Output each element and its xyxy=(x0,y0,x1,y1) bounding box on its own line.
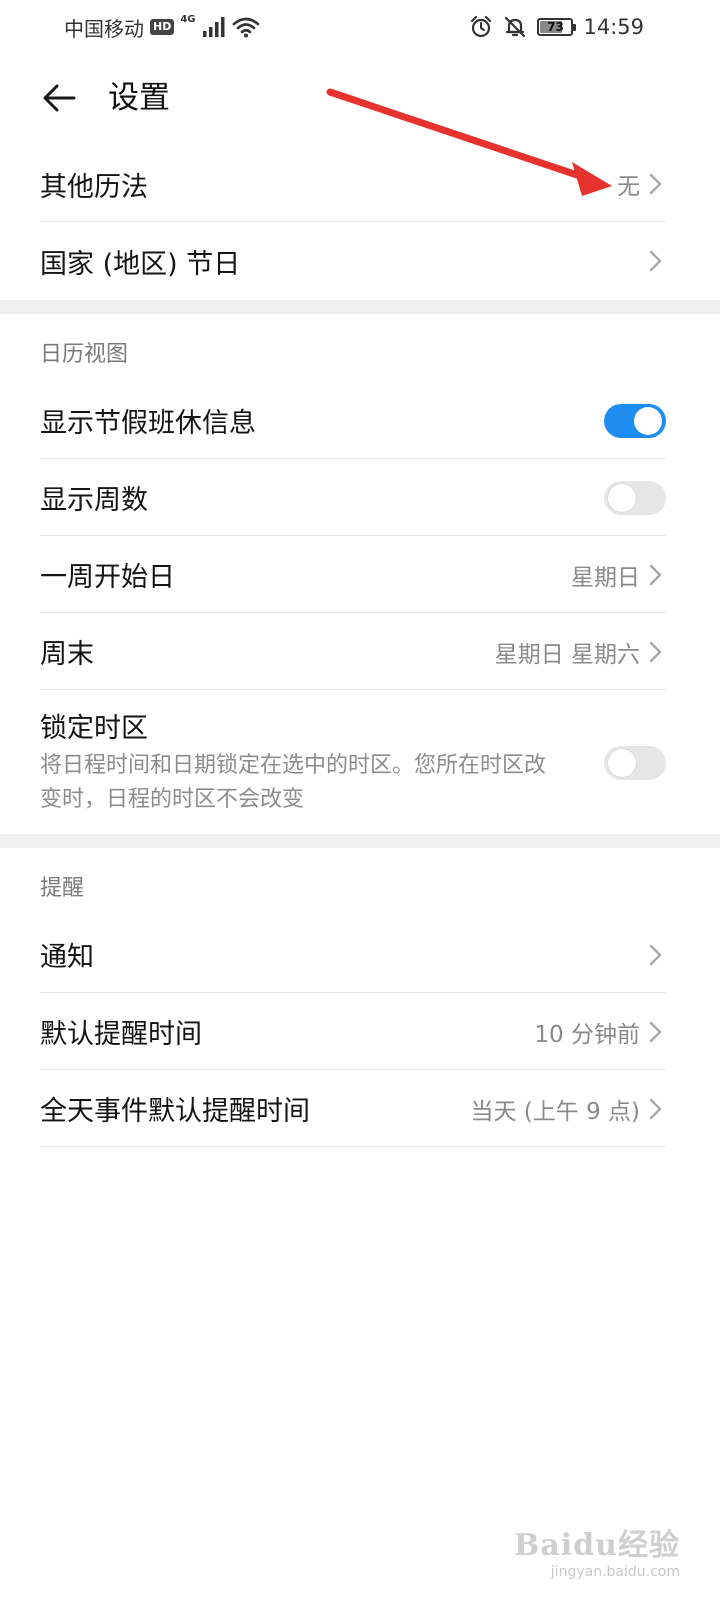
alarm-icon xyxy=(471,15,492,38)
toggle-knob xyxy=(608,483,636,512)
all-day-reminder-label: 全天事件默认提醒时间 xyxy=(40,1096,310,1127)
default-reminder-value: 10 分钟前 xyxy=(534,1021,640,1048)
watermark-url: jingyan.baidu.com xyxy=(550,1564,680,1580)
clock: 14:59 xyxy=(583,15,644,39)
carrier-name: 中国移动 xyxy=(64,16,144,41)
show-holiday-info-toggle[interactable] xyxy=(604,403,666,438)
lock-timezone-right xyxy=(604,746,666,780)
status-left: 中国移动 HD 4G xyxy=(64,12,260,42)
battery-icon: 73 xyxy=(537,18,577,36)
toolbar: 设置 xyxy=(0,60,720,136)
back-arrow-icon xyxy=(43,84,76,112)
lock-timezone-toggle[interactable] xyxy=(604,746,666,780)
toggle-knob xyxy=(634,406,662,435)
week-start-value: 星期日 xyxy=(571,564,640,591)
weekend-label: 周末 xyxy=(40,639,94,670)
lock-timezone-label: 锁定时区 xyxy=(40,713,148,744)
weekend-row[interactable]: 周末 星期日 星期六 xyxy=(40,613,666,690)
show-holiday-info-label: 显示节假班休信息 xyxy=(40,408,256,439)
default-reminder-label: 默认提醒时间 xyxy=(40,1019,202,1050)
notifications-right xyxy=(644,941,666,969)
chevron-right-icon xyxy=(649,173,662,195)
show-week-number-toggle[interactable] xyxy=(604,480,666,515)
show-week-number-right xyxy=(604,480,666,515)
all-day-reminder-row[interactable]: 全天事件默认提醒时间 当天 (上午 9 点) xyxy=(40,1070,666,1147)
toggle-knob xyxy=(608,749,636,777)
weekend-right: 星期日 星期六 xyxy=(495,635,666,669)
hd-badge: HD xyxy=(150,19,175,35)
back-button[interactable] xyxy=(30,72,88,124)
week-start-right: 星期日 xyxy=(571,558,666,592)
status-right: 73 14:59 xyxy=(469,12,644,42)
page-title: 设置 xyxy=(108,80,170,116)
watermark-brand: Baidu经验 xyxy=(514,1528,680,1563)
all-day-reminder-value: 当天 (上午 9 点) xyxy=(470,1098,640,1125)
default-reminder-right: 10 分钟前 xyxy=(534,1015,666,1049)
signal-icon xyxy=(202,17,225,37)
notifications-label: 通知 xyxy=(40,942,94,973)
status-bar: 中国移动 HD 4G 73 14:59 xyxy=(0,0,720,54)
all-day-reminder-right: 当天 (上午 9 点) xyxy=(470,1092,666,1126)
show-week-number-label: 显示周数 xyxy=(40,485,148,516)
chevron-right-icon xyxy=(649,1098,662,1119)
battery-level: 73 xyxy=(547,20,564,34)
holidays-right xyxy=(644,247,666,275)
show-holiday-info-right xyxy=(604,403,666,438)
holidays-row[interactable]: 国家 (地区) 节日 xyxy=(40,222,666,300)
show-holiday-info-row[interactable]: 显示节假班休信息 xyxy=(40,382,666,459)
holidays-label: 国家 (地区) 节日 xyxy=(40,248,241,280)
week-start-label: 一周开始日 xyxy=(40,562,175,593)
other-calendar-row[interactable]: 其他历法 无 xyxy=(40,146,666,222)
section-divider xyxy=(0,300,720,314)
lock-timezone-text: 锁定时区 将日程时间和日期锁定在选中的时区。您所在时区改变时，日程的时区不会改变 xyxy=(40,690,560,817)
chevron-right-icon xyxy=(649,641,662,662)
silent-bell-icon xyxy=(505,16,526,38)
other-calendar-right: 无 xyxy=(617,167,666,201)
weekend-value: 星期日 星期六 xyxy=(494,641,640,668)
section-divider xyxy=(0,834,720,848)
watermark: Baidu经验 jingyan.baidu.com xyxy=(514,1520,680,1580)
reminders-header: 提醒 xyxy=(40,876,85,901)
notifications-row[interactable]: 通知 xyxy=(40,916,666,993)
other-calendar-label: 其他历法 xyxy=(40,171,148,203)
week-start-row[interactable]: 一周开始日 星期日 xyxy=(40,536,666,613)
network-type: 4G xyxy=(180,13,196,25)
lock-timezone-row[interactable]: 锁定时区 将日程时间和日期锁定在选中的时区。您所在时区改变时，日程的时区不会改变 xyxy=(40,690,666,834)
wifi-icon xyxy=(232,17,259,38)
default-reminder-row[interactable]: 默认提醒时间 10 分钟前 xyxy=(40,993,666,1070)
other-calendar-value: 无 xyxy=(617,174,640,200)
lock-timezone-description: 将日程时间和日期锁定在选中的时区。您所在时区改变时，日程的时区不会改变 xyxy=(40,753,547,812)
show-week-number-row[interactable]: 显示周数 xyxy=(40,459,666,536)
chevron-right-icon xyxy=(649,1021,662,1042)
chevron-right-icon xyxy=(649,564,662,585)
chevron-right-icon xyxy=(649,944,662,965)
chevron-right-icon xyxy=(649,250,662,272)
calendar-view-header: 日历视图 xyxy=(40,342,129,367)
